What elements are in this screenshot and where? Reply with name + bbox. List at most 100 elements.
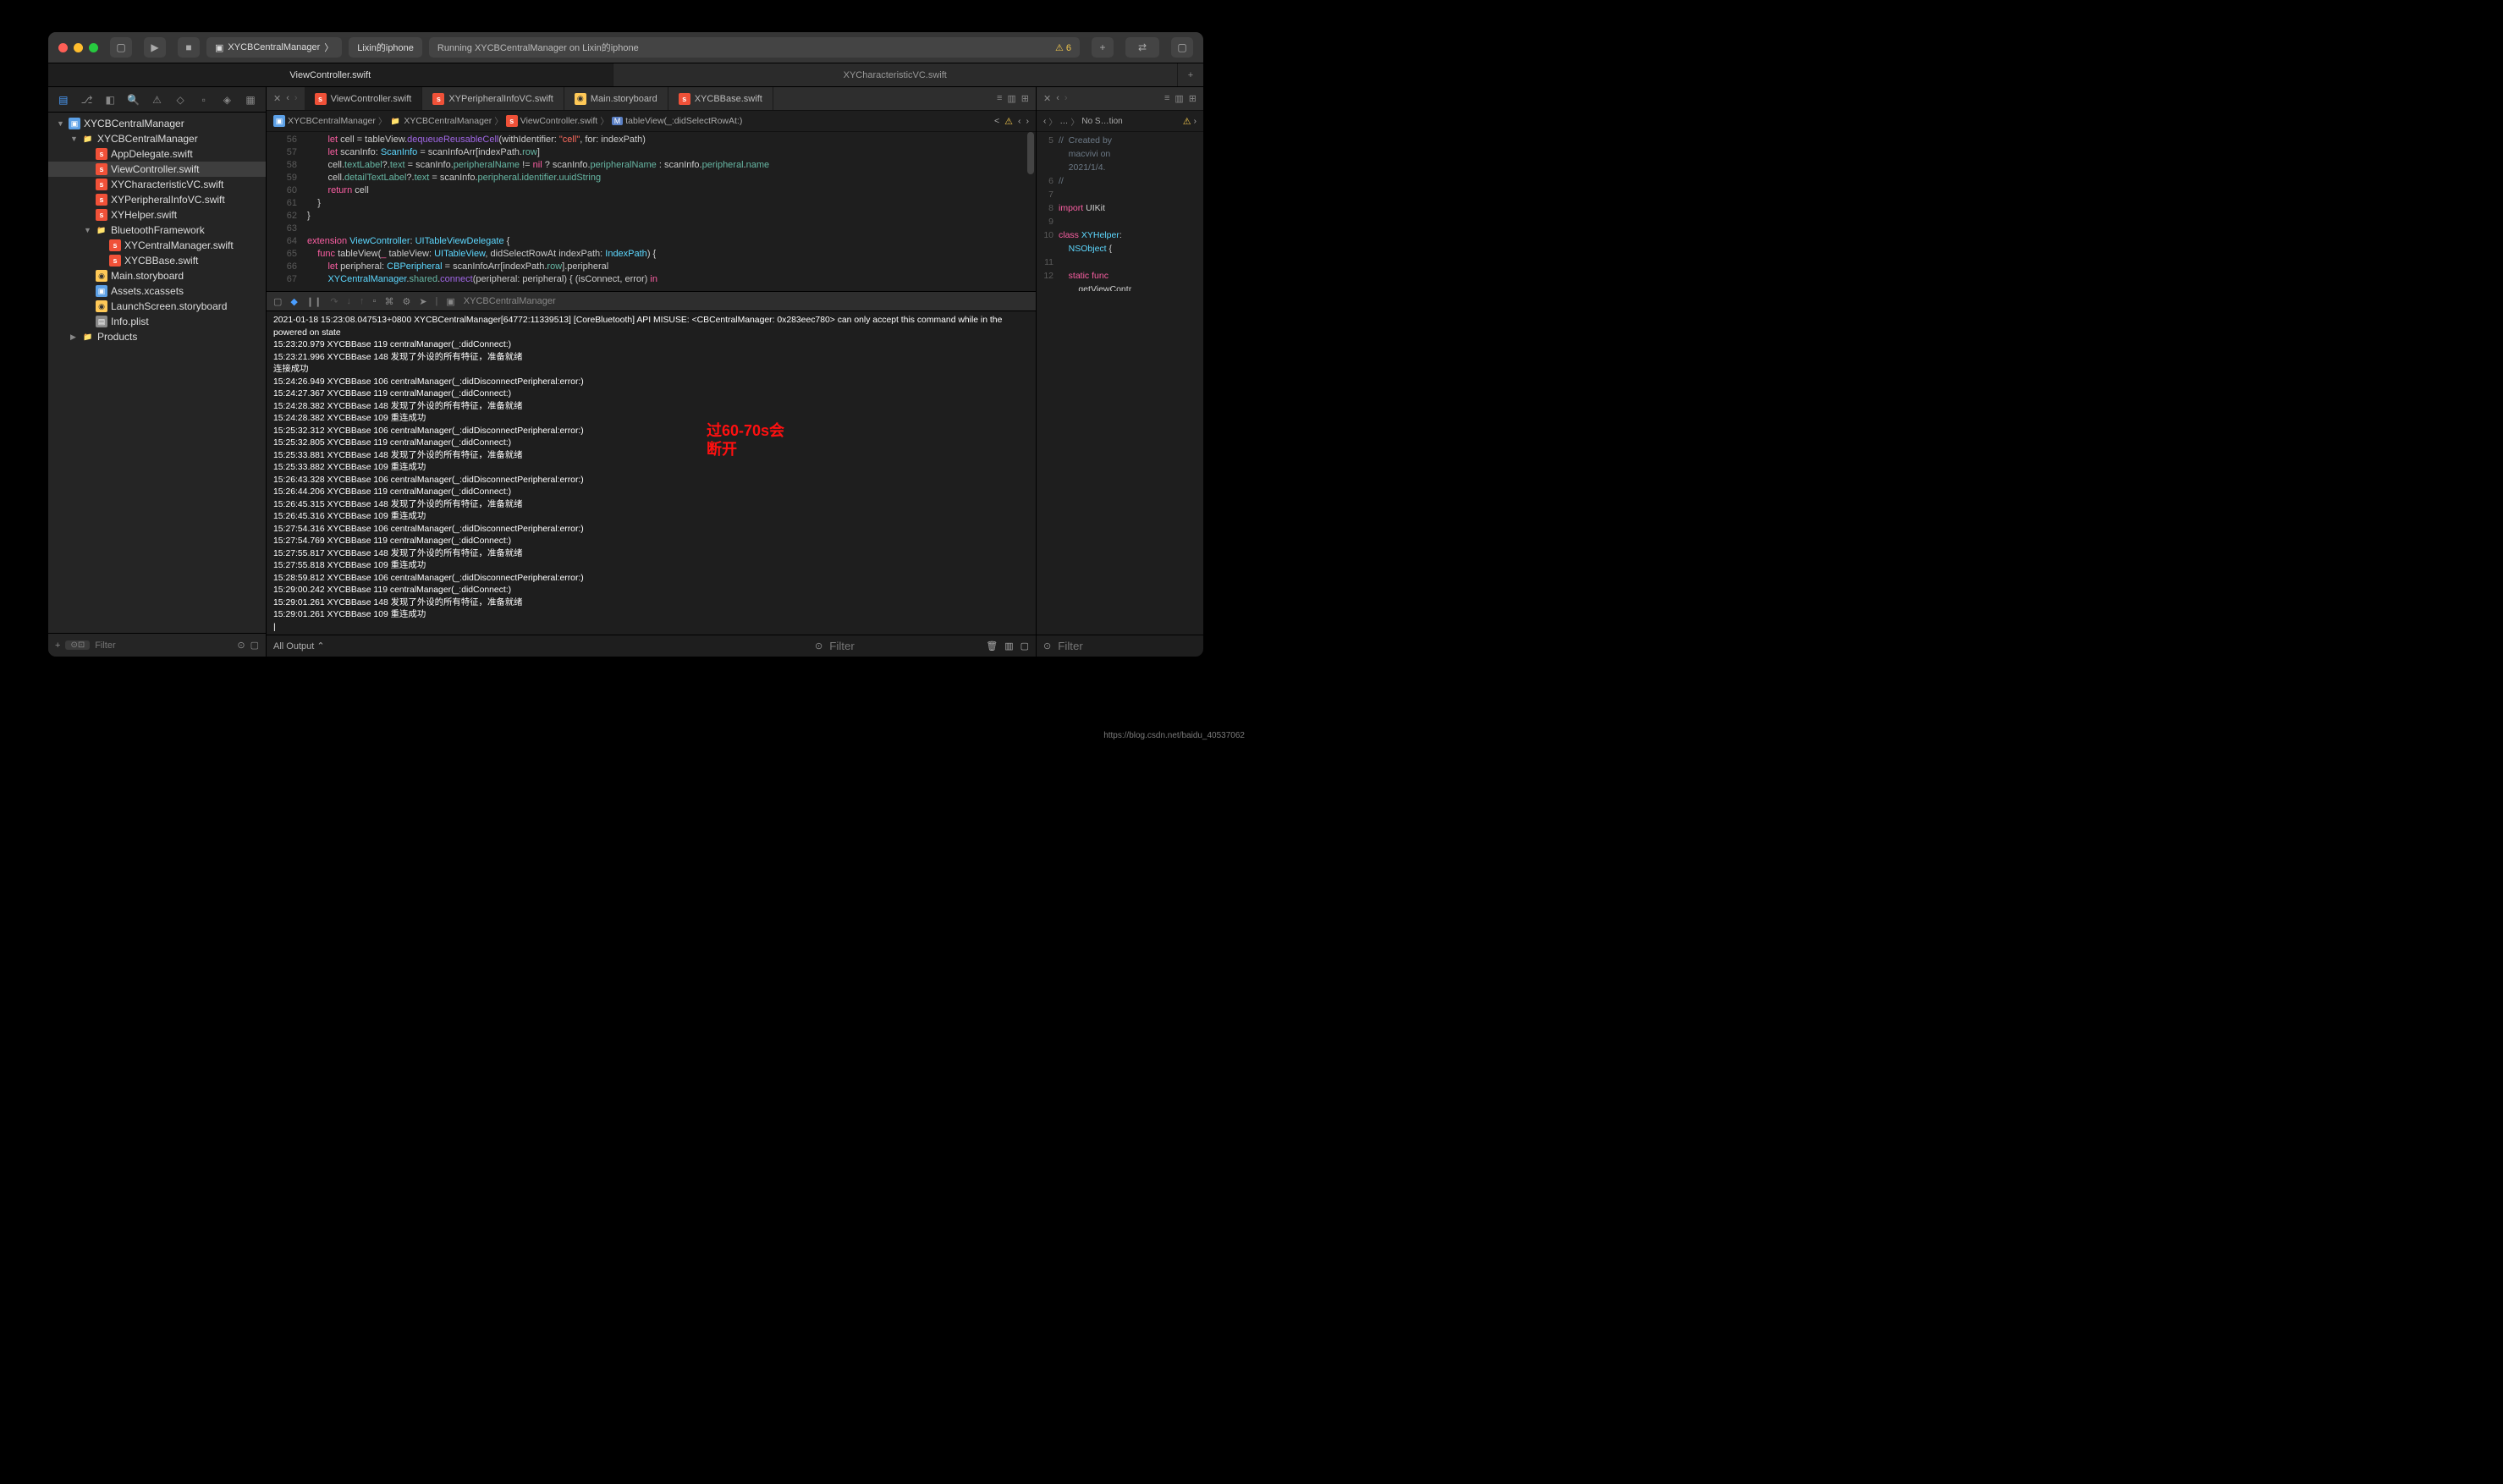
minimize-window-button[interactable] (74, 43, 83, 52)
window-tab[interactable]: ViewController.swift (48, 63, 613, 86)
file-item[interactable]: sXYCharacteristicVC.swift (48, 177, 266, 192)
file-item[interactable]: sAppDelegate.swift (48, 146, 266, 162)
sidebar-toggle-icon[interactable]: ▢ (110, 37, 132, 58)
titlebar: ▢ ▶ ■ ▣ XYCBCentralManager〉 Lixin的iphone… (48, 32, 1203, 63)
close-editor-icon[interactable]: ✕ (1043, 93, 1051, 104)
recent-filter-icon[interactable]: ⊙ (237, 640, 245, 651)
console-output[interactable]: 2021-01-18 15:23:08.047513+0800 XYCBCent… (267, 311, 1036, 635)
file-item[interactable]: ◉LaunchScreen.storyboard (48, 299, 266, 314)
breakpoints-icon[interactable]: ◆ (290, 296, 297, 307)
editor-tab[interactable]: sXYPeripheralInfoVC.swift (422, 87, 564, 110)
activity-bar: Running XYCBCentralManager on Lixin的ipho… (429, 37, 1080, 58)
output-selector[interactable]: All Output ⌃ (273, 640, 325, 651)
source-control-icon[interactable]: ⎇ (78, 94, 95, 106)
console-filter-input[interactable] (829, 640, 979, 652)
step-out-icon[interactable]: ↑ (360, 296, 365, 306)
breadcrumb[interactable]: ▣XYCBCentralManager〉 📁XYCBCentralManager… (267, 111, 1036, 132)
environment-icon[interactable]: ⚙ (402, 296, 410, 307)
filter-tag[interactable]: ⊙⊡ (65, 640, 90, 650)
zoom-window-button[interactable] (89, 43, 98, 52)
stop-button[interactable]: ■ (178, 37, 200, 58)
forward-icon[interactable]: › (294, 93, 298, 104)
file-item[interactable]: sXYCBBase.swift (48, 253, 266, 268)
secondary-editor[interactable]: 5// Created by macvivi on 2021/1/4.6//78… (1037, 132, 1203, 291)
group-folder[interactable]: ▼📁XYCBCentralManager (48, 131, 266, 146)
file-item[interactable]: sXYPeripheralInfoVC.swift (48, 192, 266, 207)
editor-tab[interactable]: sXYCBBase.swift (668, 87, 773, 110)
add-editor-icon[interactable]: ⊞ (1021, 93, 1029, 104)
project-tree: ▼▣XYCBCentralManager ▼📁XYCBCentralManage… (48, 113, 266, 633)
run-button[interactable]: ▶ (144, 37, 166, 58)
trash-icon[interactable]: 🗑 (986, 640, 998, 651)
breadcrumb[interactable]: ‹〉…〉 No S…tion ⚠› (1037, 111, 1203, 132)
warning-count[interactable]: ⚠ 6 (1055, 42, 1071, 53)
toggle-console-icon[interactable]: ▢ (1020, 640, 1029, 651)
annotation-arrow: → (267, 503, 268, 517)
device-selector[interactable]: Lixin的iphone (349, 37, 422, 58)
warning-indicator-icon[interactable]: ⚠ (1183, 116, 1191, 127)
console-filter-input[interactable] (1058, 640, 1203, 652)
file-item[interactable]: ▣Assets.xcassets (48, 283, 266, 299)
add-tab-button[interactable]: + (1178, 63, 1203, 86)
prev-issue-icon[interactable]: ‹ (1018, 116, 1021, 126)
symbol-navigator-icon[interactable]: ◧ (102, 94, 118, 106)
group-folder[interactable]: ▼📁BluetoothFramework (48, 223, 266, 238)
editor-options-icon[interactable]: ≡ (997, 93, 1002, 104)
window-tabs: ViewController.swift XYCharacteristicVC.… (48, 63, 1203, 87)
close-window-button[interactable] (58, 43, 68, 52)
adjust-editor-icon[interactable]: ▥ (1007, 93, 1015, 104)
scm-filter-icon[interactable]: ▢ (250, 640, 259, 651)
debug-navigator-icon[interactable]: ▫ (195, 94, 212, 106)
forward-icon[interactable]: › (1064, 93, 1068, 104)
file-item[interactable]: ◉Main.storyboard (48, 268, 266, 283)
navigator-filter-input[interactable] (95, 640, 232, 651)
scheme-selector[interactable]: ▣ XYCBCentralManager〉 (206, 37, 342, 58)
app-icon: ▣ (215, 42, 223, 53)
code-editor[interactable]: 56 let cell = tableView.dequeueReusableC… (267, 132, 1036, 291)
debug-view-icon[interactable]: ▫ (373, 296, 377, 306)
memory-graph-icon[interactable]: ⌘ (384, 296, 393, 307)
navigator-pane: ▤ ⎇ ◧ 🔍 ⚠ ◇ ▫ ◈ ▦ ▼▣XYCBCentralManager ▼… (48, 87, 267, 657)
add-file-button[interactable]: + (55, 640, 60, 651)
project-navigator-icon[interactable]: ▤ (55, 94, 72, 106)
watermark: https://blog.csdn.net/baidu_40537062 (1103, 731, 1245, 740)
file-item[interactable]: sXYCentralManager.swift (48, 238, 266, 253)
editor-options-icon[interactable]: ≡ (1164, 93, 1169, 104)
annotation-arrow: → (267, 550, 268, 564)
location-icon[interactable]: ➤ (419, 296, 426, 307)
close-editor-icon[interactable]: ✕ (273, 93, 281, 104)
file-item[interactable]: sViewController.swift (48, 162, 266, 177)
editor-tab[interactable]: ◉Main.storyboard (564, 87, 668, 110)
code-review-button[interactable]: ⇄ (1125, 37, 1159, 58)
file-item[interactable]: sXYHelper.swift (48, 207, 266, 223)
file-item[interactable]: ▤Info.plist (48, 314, 266, 329)
group-folder[interactable]: ▶📁Products (48, 329, 266, 344)
annotation-arrow: → (267, 403, 268, 417)
issue-navigator-icon[interactable]: ⚠ (148, 94, 165, 106)
split-console-icon[interactable]: ▥ (1004, 640, 1013, 651)
scrollbar[interactable] (1027, 132, 1034, 291)
next-issue-icon[interactable]: › (1026, 116, 1030, 126)
back-icon[interactable]: ‹ (286, 93, 289, 104)
test-navigator-icon[interactable]: ◇ (172, 94, 189, 106)
filter-icon[interactable]: ⊙ (815, 640, 822, 651)
add-editor-icon[interactable]: ⊞ (1189, 93, 1196, 104)
warning-indicator-icon[interactable]: ⚠ (1004, 116, 1013, 127)
step-over-icon[interactable]: ↷ (330, 296, 338, 307)
breakpoint-navigator-icon[interactable]: ◈ (218, 94, 235, 106)
pause-icon[interactable]: ❙❙ (306, 296, 322, 307)
secondary-console[interactable] (1037, 291, 1203, 635)
window-tab[interactable]: XYCharacteristicVC.swift (613, 63, 1179, 86)
editor-tab[interactable]: sViewController.swift (305, 87, 423, 110)
find-navigator-icon[interactable]: 🔍 (125, 94, 142, 106)
filter-icon[interactable]: ⊙ (1043, 640, 1051, 651)
adjust-editor-icon[interactable]: ▥ (1174, 93, 1183, 104)
inspector-toggle-icon[interactable]: ▢ (1171, 37, 1193, 58)
project-root[interactable]: ▼▣XYCBCentralManager (48, 116, 266, 131)
debug-target[interactable]: XYCBCentralManager (464, 296, 556, 306)
back-icon[interactable]: ‹ (1056, 93, 1059, 104)
toggle-variables-icon[interactable]: ▢ (273, 296, 282, 307)
step-into-icon[interactable]: ↓ (347, 296, 352, 306)
report-navigator-icon[interactable]: ▦ (242, 94, 259, 106)
add-button[interactable]: + (1092, 37, 1114, 58)
